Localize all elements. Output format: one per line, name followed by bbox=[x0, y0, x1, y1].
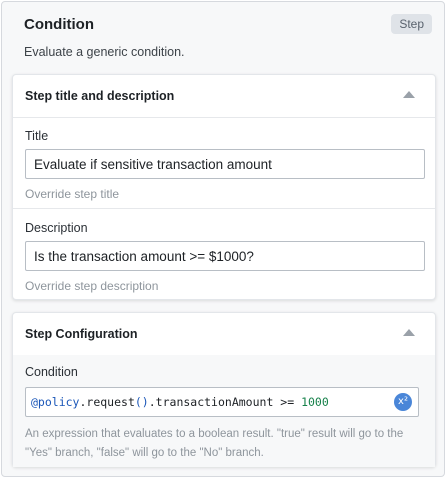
code-token-dot: . bbox=[148, 395, 156, 409]
condition-panel: Condition Step Evaluate a generic condit… bbox=[1, 1, 445, 477]
panel-title: Condition bbox=[24, 16, 94, 33]
code-token-decorator: @policy bbox=[31, 395, 80, 409]
code-token-number: 1000 bbox=[301, 395, 329, 409]
expression-editor-icon[interactable]: x² bbox=[394, 393, 412, 411]
code-token-property: transactionAmount bbox=[155, 395, 274, 409]
condition-label: Condition bbox=[25, 365, 78, 379]
code-token-call: request bbox=[86, 395, 135, 409]
step-title-card-heading: Step title and description bbox=[25, 89, 175, 103]
title-help: Override step title bbox=[25, 187, 120, 201]
condition-expression-editor[interactable]: @policy.request().transactionAmount >= 1… bbox=[25, 387, 419, 417]
title-label: Title bbox=[25, 129, 49, 143]
step-title-card: Step title and description Title Overrid… bbox=[12, 74, 436, 300]
description-section: Description Override step description bbox=[13, 209, 435, 301]
title-section: Title Override step title bbox=[13, 117, 435, 209]
condition-help: An expression that evaluates to a boolea… bbox=[25, 428, 404, 459]
description-label: Description bbox=[25, 221, 88, 235]
description-input[interactable] bbox=[25, 241, 425, 271]
description-help: Override step description bbox=[25, 279, 159, 293]
step-badge: Step bbox=[391, 14, 432, 34]
step-configuration-card-header[interactable]: Step Configuration bbox=[13, 313, 435, 356]
title-input[interactable] bbox=[25, 149, 425, 179]
code-token-parens: () bbox=[134, 395, 149, 409]
step-configuration-card: Step Configuration Condition @policy. req… bbox=[12, 312, 436, 467]
code-token-operator: >= bbox=[273, 395, 302, 409]
condition-section: Condition @policy.request().transactionA… bbox=[13, 355, 435, 467]
panel-description: Evaluate a generic condition. bbox=[24, 45, 185, 59]
collapse-icon[interactable] bbox=[403, 329, 415, 336]
step-title-card-header[interactable]: Step title and description bbox=[13, 75, 435, 118]
collapse-icon[interactable] bbox=[403, 91, 415, 98]
step-configuration-heading: Step Configuration bbox=[25, 327, 138, 341]
